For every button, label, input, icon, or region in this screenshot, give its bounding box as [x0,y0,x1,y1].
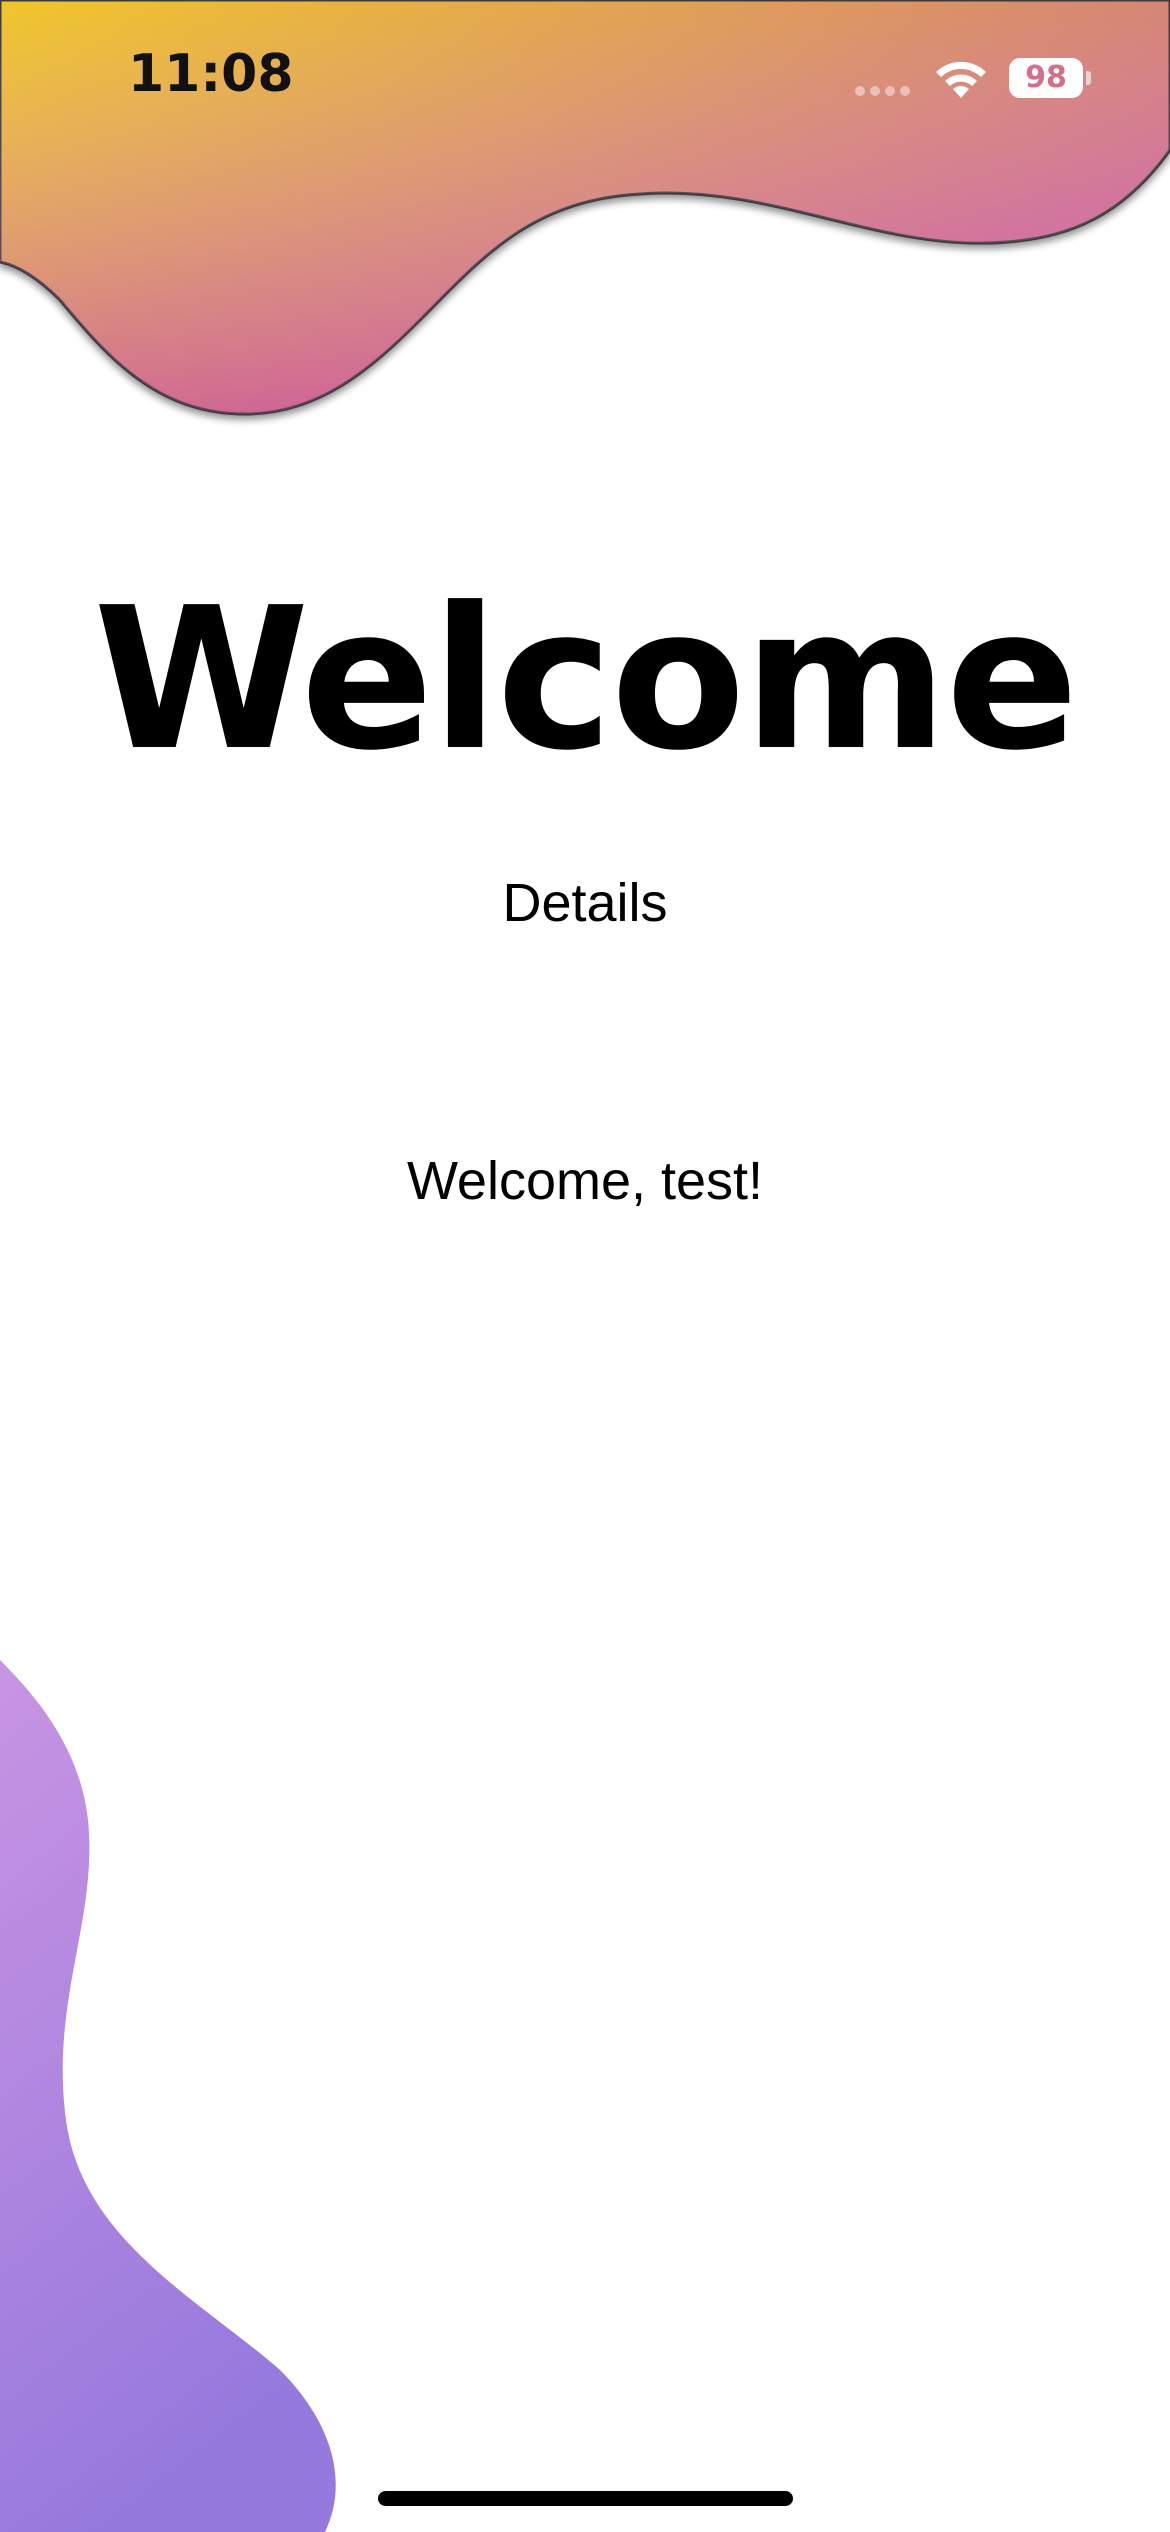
status-time: 11:08 [128,44,294,104]
battery-tip [1086,71,1091,85]
battery-level: 98 [1025,60,1067,95]
details-link[interactable]: Details [0,868,1170,938]
bottom-wave [0,1660,336,2532]
cellular-signal-icon [855,86,913,96]
page-title: Welcome [93,566,1078,794]
background-waves [0,0,1170,2532]
status-bar: 11:08 98 [0,0,1170,150]
battery-icon: 98 [1009,58,1091,98]
welcome-message: Welcome, test! [406,1151,764,1211]
wifi-icon [936,61,986,98]
home-indicator[interactable] [378,2491,793,2506]
welcome-screen: 11:08 98 Welcome Details Welcome, test! [0,0,1170,2532]
